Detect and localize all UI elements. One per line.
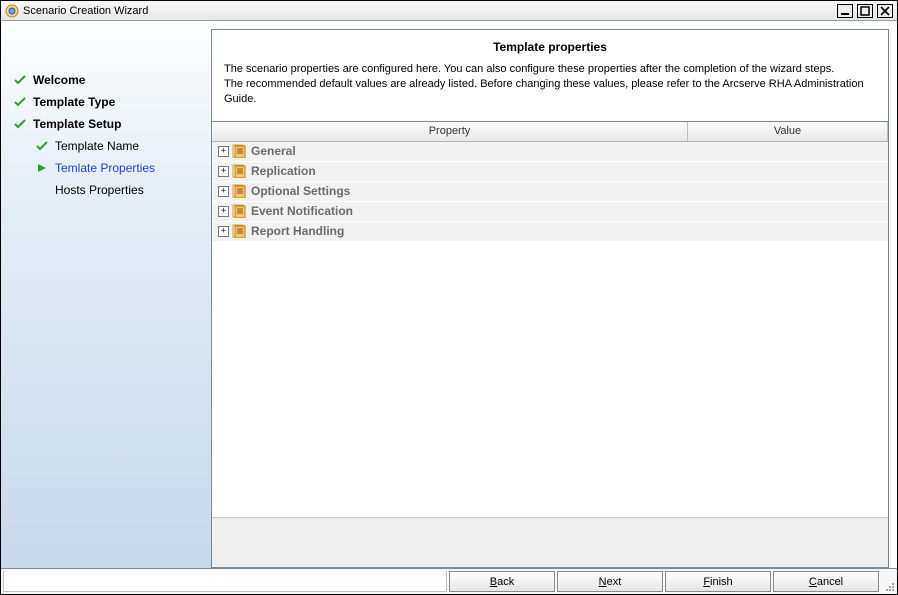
substep-label: Template Name [55, 139, 139, 153]
step-template-setup: Template Setup [9, 115, 203, 137]
expand-icon[interactable]: + [218, 206, 229, 217]
tree-row-replication[interactable]: + Replication [212, 162, 888, 182]
button-mnemonic: N [599, 576, 607, 588]
next-button[interactable]: Next [557, 571, 663, 592]
step-template-type: Template Type [9, 93, 203, 115]
tree-row-event-notification[interactable]: + Event Notification [212, 202, 888, 222]
button-text: ancel [817, 576, 843, 588]
column-header-value[interactable]: Value [688, 122, 888, 141]
bottom-bar: Back Next Finish Cancel [1, 568, 897, 594]
maximize-button[interactable] [857, 4, 873, 18]
titlebar: Scenario Creation Wizard [1, 1, 897, 21]
folder-icon [231, 204, 247, 218]
substep-template-properties: Temlate Properties [9, 159, 203, 181]
check-icon [13, 73, 27, 87]
substep-label: Hosts Properties [55, 183, 144, 197]
finish-button[interactable]: Finish [665, 571, 771, 592]
button-text: inish [710, 576, 733, 588]
folder-icon [231, 144, 247, 158]
tree-label: Report Handling [249, 224, 344, 238]
tree-row-optional-settings[interactable]: + Optional Settings [212, 182, 888, 202]
button-mnemonic: C [809, 576, 817, 588]
back-button[interactable]: Back [449, 571, 555, 592]
description-line: The scenario properties are configured h… [224, 63, 834, 75]
column-header-property[interactable]: Property [212, 122, 688, 141]
substep-hosts-properties: Hosts Properties [9, 181, 203, 203]
tree-label: Replication [249, 164, 316, 178]
folder-icon [231, 164, 247, 178]
check-icon [13, 117, 27, 131]
wizard-steps-sidebar: Welcome Template Type Template Setup Tem… [1, 21, 211, 568]
check-icon [35, 139, 49, 153]
wizard-window: Scenario Creation Wizard Welcome [0, 0, 898, 595]
close-button[interactable] [877, 4, 893, 18]
panel-description: The scenario properties are configured h… [224, 62, 876, 107]
grid-body: + General + [212, 142, 888, 517]
tree-row-report-handling[interactable]: + Report Handling [212, 222, 888, 242]
tree-label: Event Notification [249, 204, 353, 218]
step-label: Template Setup [33, 117, 121, 131]
properties-grid: Property Value + General [211, 122, 889, 568]
expand-icon[interactable]: + [218, 186, 229, 197]
button-mnemonic: B [490, 576, 497, 588]
current-step-icon [35, 161, 49, 175]
grid-header: Property Value [212, 122, 888, 142]
main-panel: Template properties The scenario propert… [211, 21, 897, 568]
check-icon [13, 95, 27, 109]
tree-label: General [249, 144, 296, 158]
minimize-button[interactable] [837, 4, 853, 18]
tree-label: Optional Settings [249, 184, 350, 198]
description-panel: Template properties The scenario propert… [211, 29, 889, 122]
folder-icon [231, 184, 247, 198]
button-text: ext [607, 576, 622, 588]
body-area: Welcome Template Type Template Setup Tem… [1, 21, 897, 568]
expand-icon[interactable]: + [218, 146, 229, 157]
window-title: Scenario Creation Wizard [23, 5, 833, 17]
panel-title: Template properties [224, 40, 876, 54]
substep-label: Temlate Properties [55, 161, 155, 175]
tree-row-general[interactable]: + General [212, 142, 888, 162]
cancel-button[interactable]: Cancel [773, 571, 879, 592]
folder-icon [231, 224, 247, 238]
expand-icon[interactable]: + [218, 226, 229, 237]
description-line: The recommended default values are alrea… [224, 78, 864, 105]
button-text: ack [497, 576, 514, 588]
substep-template-name: Template Name [9, 137, 203, 159]
step-welcome: Welcome [9, 71, 203, 93]
resize-grip-icon[interactable] [881, 569, 897, 594]
step-label: Template Type [33, 95, 115, 109]
grid-footer [212, 517, 888, 567]
status-cell [3, 571, 447, 592]
step-label: Welcome [33, 73, 85, 87]
app-icon [5, 4, 19, 18]
expand-icon[interactable]: + [218, 166, 229, 177]
